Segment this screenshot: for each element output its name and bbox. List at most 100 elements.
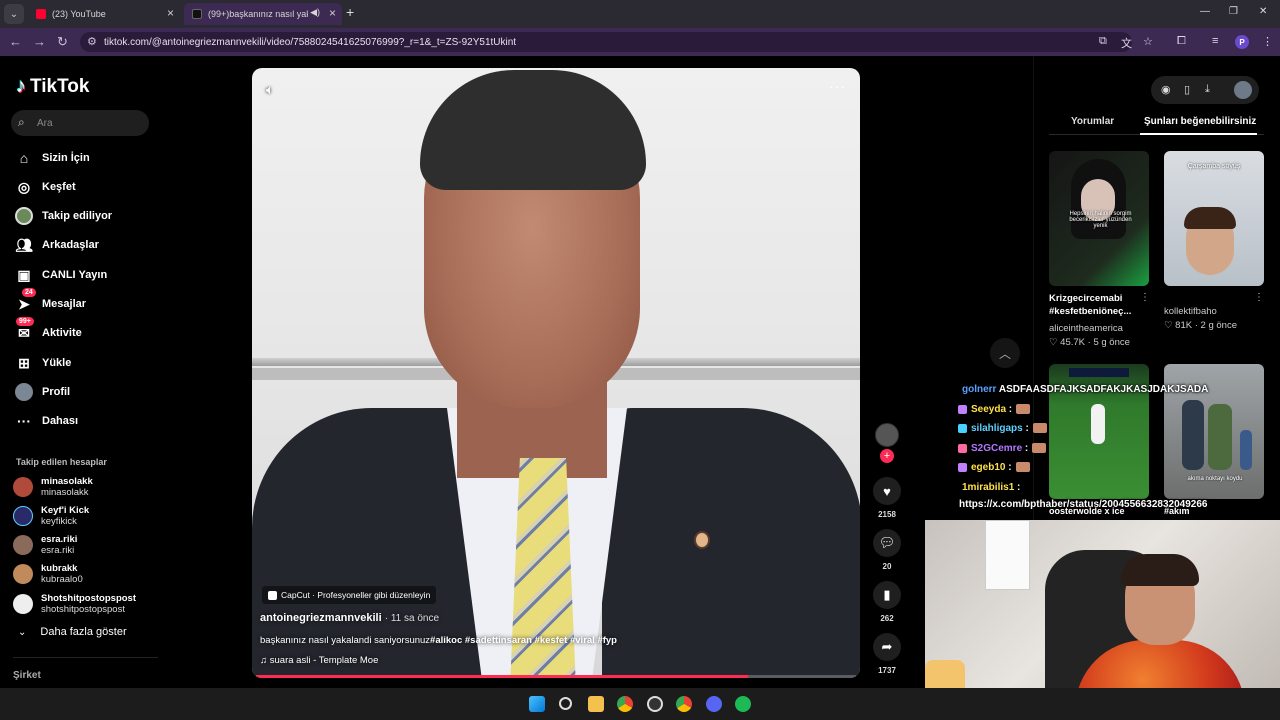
nav-friends[interactable]: 👥︎ Arkadaşlar: [14, 234, 99, 256]
video-author[interactable]: antoinegriezmannvekili · 11 sa önce: [260, 612, 439, 624]
translate-icon[interactable]: 文: [1121, 35, 1132, 51]
reload-icon[interactable]: ↻: [57, 34, 68, 50]
chrome-icon[interactable]: [617, 696, 633, 712]
search-icon[interactable]: [559, 697, 572, 710]
like-count: 81K: [1175, 320, 1193, 331]
more-options-icon[interactable]: ⋮: [1254, 292, 1264, 303]
account-name: esra.riki: [41, 534, 78, 545]
recommended-video-thumb[interactable]: Çarşamba söyüş: [1164, 151, 1264, 286]
address-bar[interactable]: ⚙ tiktok.com/@antoinegriezmannvekili/vid…: [80, 32, 1132, 52]
chrome-active-icon[interactable]: [676, 696, 692, 712]
account-name: kubrakk: [41, 563, 78, 574]
account-username: keyfikick: [41, 516, 77, 527]
like-button[interactable]: ♥ 2158: [872, 477, 902, 519]
account-username: kubraalo0: [41, 574, 83, 585]
more-options-icon[interactable]: ···: [829, 78, 846, 94]
bookmark-star-icon[interactable]: ☆: [1143, 35, 1153, 48]
user-avatar[interactable]: [1234, 81, 1252, 99]
minimize-icon[interactable]: —: [1200, 6, 1210, 17]
close-tab-icon[interactable]: ×: [167, 6, 174, 20]
video-player[interactable]: 🔈︎ ··· CapCut · Profesyoneller gibi düze…: [252, 68, 860, 678]
browser-toolbar: ← → ↻ ⚙ tiktok.com/@antoinegriezmannveki…: [0, 28, 1280, 56]
account-username: esra.riki: [41, 545, 75, 556]
capcut-label[interactable]: CapCut · Profesyoneller gibi düzenleyin: [262, 586, 437, 604]
tab-you-may-like[interactable]: Şunları beğenebilirsiniz: [1144, 116, 1256, 127]
chat-text: oosterwolde x ice: [1049, 506, 1125, 516]
restore-icon[interactable]: ❐: [1229, 6, 1238, 17]
account-item[interactable]: kubrakk kubraalo0: [13, 561, 83, 587]
account-item[interactable]: esra.riki esra.riki: [13, 532, 77, 558]
caption-text: başkanınız nasıl yakalandi saniyorsunuz: [260, 635, 431, 646]
account-name: Keyf'i Kick: [41, 505, 90, 516]
nav-profile[interactable]: Profil: [14, 381, 70, 403]
nav-live[interactable]: ▣ CANLI Yayın: [14, 264, 107, 286]
save-button[interactable]: ▮ 262: [872, 581, 902, 623]
forward-icon[interactable]: →: [33, 34, 46, 49]
video-music[interactable]: ♫ suara asli - Template Moe: [260, 655, 378, 666]
device-icon[interactable]: ▯: [1184, 83, 1190, 96]
recommended-author[interactable]: aliceintheamerica: [1049, 323, 1123, 334]
tab-tiktok[interactable]: (99+)başkanınız nasıl yakala ◀) ×: [184, 3, 342, 25]
creator-avatar[interactable]: [875, 423, 899, 447]
caption-hashtags[interactable]: #alikoc #sadettinsaran #kesfet #viral #f…: [430, 635, 617, 646]
music-title: suara asli - Template Moe: [269, 655, 379, 666]
tab-list-button[interactable]: ⌄: [4, 4, 24, 24]
emote-icon: [1032, 443, 1047, 454]
close-window-icon[interactable]: ✕: [1259, 6, 1267, 17]
share-icon: ➦: [873, 633, 901, 661]
reading-list-icon[interactable]: ≡: [1212, 35, 1218, 47]
nav-upload[interactable]: ⊞ Yükle: [14, 352, 71, 374]
chat-username: golnerr: [962, 384, 997, 395]
account-item[interactable]: Shotshitpostopspost shotshitpostopspost: [13, 591, 136, 617]
extensions-icon[interactable]: ⧠: [1177, 35, 1186, 48]
spotify-icon[interactable]: [735, 696, 751, 712]
video-frame-shape: [694, 531, 710, 549]
menu-dots-icon[interactable]: ⋮: [1262, 35, 1273, 48]
recommended-author[interactable]: kollektifbaho: [1164, 306, 1217, 317]
install-app-icon[interactable]: ⧉: [1099, 35, 1107, 48]
chat-message: #akım: [1164, 506, 1190, 516]
profile-avatar[interactable]: P: [1235, 35, 1249, 49]
account-item[interactable]: minasolakk minasolakk: [13, 474, 93, 500]
chat-username: egeb10: [971, 462, 1006, 473]
show-more-button[interactable]: ⌄ Daha fazla göster: [18, 626, 127, 638]
heart-icon: ♥: [873, 477, 901, 505]
file-explorer-icon[interactable]: [588, 696, 604, 712]
comment-button[interactable]: 💬︎ 20: [872, 529, 902, 571]
site-info-icon[interactable]: ⚙: [87, 35, 97, 48]
obs-icon[interactable]: [647, 696, 663, 712]
coins-icon[interactable]: ◉: [1161, 83, 1171, 96]
nav-more[interactable]: ··· Dahası: [14, 410, 78, 432]
video-progress-bar[interactable]: [256, 675, 856, 678]
volume-icon[interactable]: 🔈︎: [266, 82, 274, 98]
follow-plus-icon[interactable]: +: [880, 449, 894, 463]
more-options-icon[interactable]: ⋮: [1140, 292, 1150, 303]
tab-comments[interactable]: Yorumlar: [1071, 116, 1114, 127]
account-username: shotshitpostopspost: [41, 604, 125, 615]
windows-start-icon[interactable]: [529, 696, 545, 712]
tab-youtube[interactable]: (23) YouTube ×: [28, 3, 180, 25]
recommended-stats: ♡ 45.7K · 5 g önce: [1049, 337, 1130, 348]
recommended-video-thumb[interactable]: Hepsinin halinin sorgim becerikisizler y…: [1049, 151, 1149, 286]
new-tab-button[interactable]: +: [346, 4, 354, 20]
nav-for-you[interactable]: ⌂ Sizin İçin: [14, 147, 90, 169]
speaker-icon[interactable]: ◀): [310, 7, 320, 18]
close-tab-icon[interactable]: ×: [329, 6, 336, 20]
back-icon[interactable]: ←: [9, 34, 22, 49]
recommended-stats: ♡ 81K · 2 g önce: [1164, 320, 1237, 331]
scroll-up-button[interactable]: ︿: [990, 338, 1020, 368]
recommended-title[interactable]: Krizgecircemabi #kesfetbeniöneç...: [1049, 292, 1141, 318]
discord-icon[interactable]: [706, 696, 722, 712]
tiktok-logo[interactable]: ♪ TikTok: [16, 75, 89, 98]
nav-activity[interactable]: ✉ 99+ Aktivite: [14, 317, 82, 344]
company-link[interactable]: Şirket: [13, 670, 41, 681]
nav-explore[interactable]: ◎ Keşfet: [14, 176, 76, 198]
share-button[interactable]: ➦ 1737: [872, 633, 902, 675]
nav-following[interactable]: Takip ediliyor: [14, 205, 112, 227]
thumb-figure: [1240, 430, 1252, 470]
emote-icon: [1015, 462, 1030, 473]
download-icon[interactable]: ⤓: [1205, 83, 1210, 96]
account-item[interactable]: Keyf'i Kick keyfikick: [13, 503, 89, 529]
search-input[interactable]: ⌕ Ara: [11, 110, 149, 136]
nav-messages[interactable]: ➤ 24 Mesajlar: [14, 288, 86, 315]
